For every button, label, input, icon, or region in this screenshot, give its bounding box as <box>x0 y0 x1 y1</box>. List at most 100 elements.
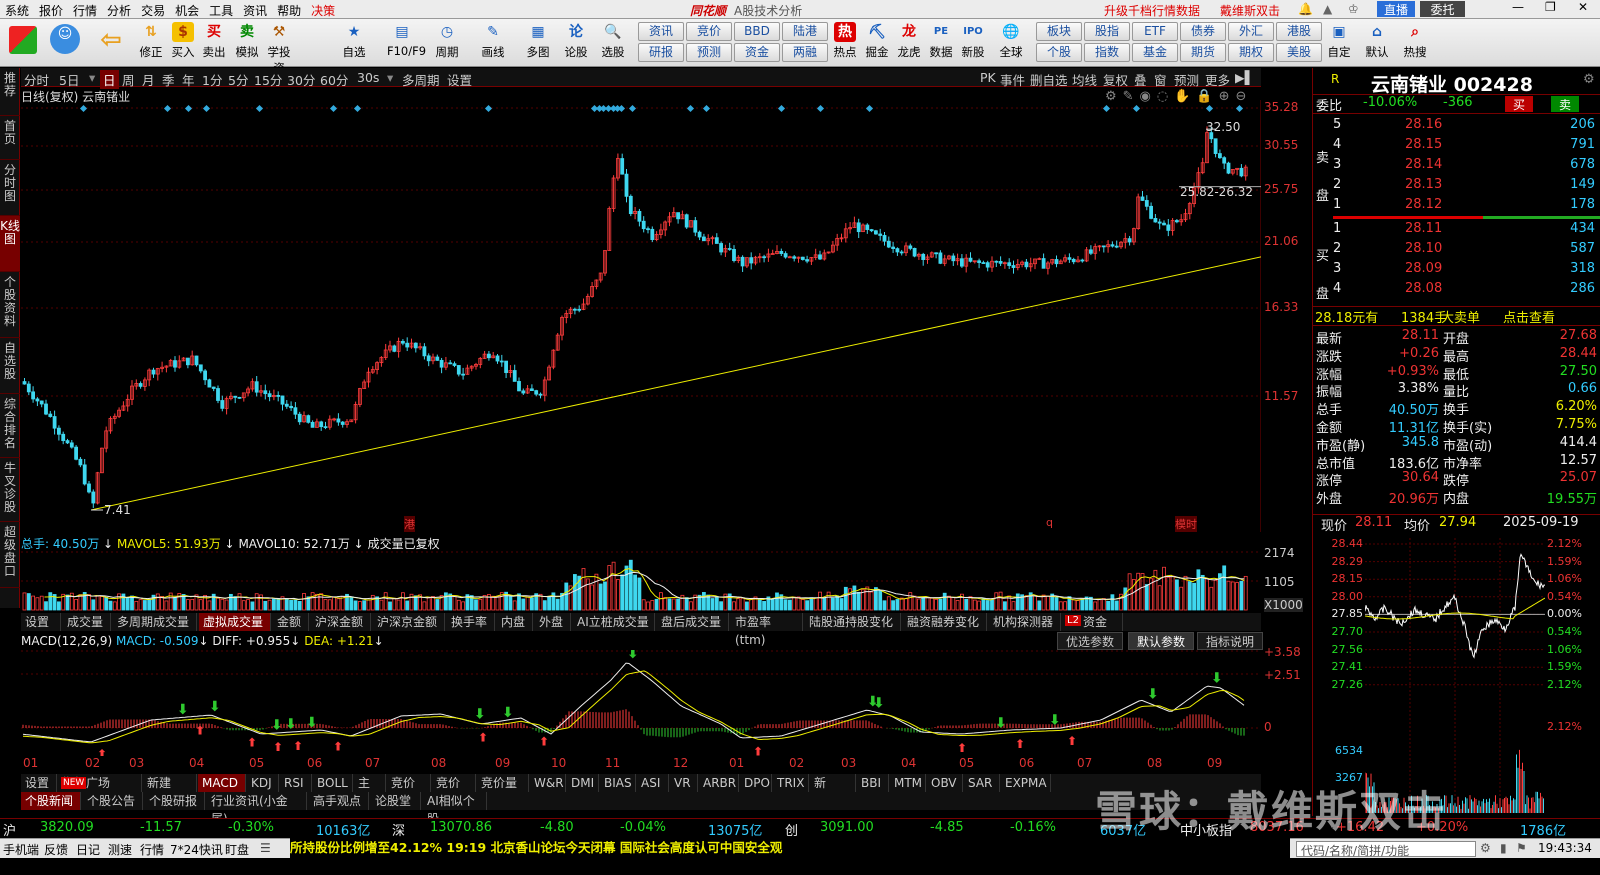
tab-indicator[interactable]: 竞价量 <box>387 774 431 808</box>
volume-chart[interactable] <box>21 550 1261 612</box>
nav-recommend[interactable]: 推荐 <box>0 68 20 116</box>
search-input[interactable]: 代码/名称/简拼/功能 <box>1296 841 1476 858</box>
event-diamond-icon[interactable] <box>617 104 626 113</box>
indicator-help-button[interactable]: 指标说明 <box>1197 632 1264 650</box>
expand-arrow-icon[interactable]: ▶▌ <box>1235 70 1254 85</box>
event-diamond-icon[interactable] <box>255 104 264 113</box>
multi-chart-icon[interactable]: ▦ 多图 <box>523 22 553 60</box>
fund-button[interactable]: 资金 <box>734 43 780 62</box>
tab-news[interactable]: AI相似个股 <box>423 792 487 826</box>
index-button[interactable]: 指数 <box>1084 43 1130 62</box>
ipo-icon[interactable]: IPO 新股 <box>958 22 988 60</box>
menu-item-market[interactable]: 行情 <box>68 0 102 18</box>
nav-diagnose[interactable]: 牛叉诊股 <box>0 458 20 522</box>
maximize-icon[interactable]: ❐ <box>1545 0 1556 14</box>
discuss-icon[interactable]: 论论股 <box>561 22 591 60</box>
event-diamond-icon[interactable] <box>484 104 493 113</box>
sell-signal-arrow-icon[interactable]: ⬇ <box>209 699 221 715</box>
tab-volume-indicator[interactable]: 成交量 <box>63 613 111 631</box>
ask-row[interactable]: 5 28.16 206 <box>1313 117 1600 135</box>
remove-watch-button[interactable]: 删自选 <box>1030 70 1068 89</box>
event-diamond-icon[interactable] <box>353 104 362 113</box>
index-futures-button[interactable]: 股指 <box>1084 22 1130 41</box>
hot-icon[interactable]: 热热点 <box>830 22 860 60</box>
doc-icon[interactable]: ▤ F10/F9 <box>387 22 426 58</box>
hot-search-icon[interactable]: ⌕ 热搜 <box>1400 22 1430 60</box>
event-diamond-icon[interactable] <box>202 104 211 113</box>
sell-signal-arrow-icon[interactable]: ⬇ <box>1211 671 1223 687</box>
period-week[interactable]: 周 <box>122 70 135 89</box>
tab-volume-indicator[interactable]: 内盘 <box>497 613 533 631</box>
tab-indicator[interactable]: TRIX <box>773 774 809 792</box>
pen-icon[interactable]: ✎ 画线 <box>478 22 508 60</box>
buy-signal-arrow-icon[interactable]: ⬆ <box>195 723 205 737</box>
shirt-icon[interactable]: ♔ <box>1348 2 1359 16</box>
event-diamond-icon[interactable] <box>1102 104 1111 113</box>
tab-volume-indicator[interactable]: 盘后成交量 <box>657 613 729 631</box>
tab-indicator[interactable]: ASI <box>637 774 669 792</box>
nav-home[interactable]: 首页 <box>0 116 20 160</box>
tab-volume-indicator[interactable]: 陆股通持股变化 <box>805 613 901 631</box>
dragon-icon[interactable]: 龙龙虎 <box>894 22 924 60</box>
bid-row[interactable]: 2 28.10 587 <box>1313 241 1600 259</box>
warning-icon[interactable]: ▲ <box>1323 2 1332 16</box>
sell-signal-arrow-icon[interactable]: ⬇ <box>474 706 486 722</box>
tab-volume-indicator[interactable]: 设置 <box>21 613 61 631</box>
fund2-button[interactable]: 基金 <box>1132 43 1178 62</box>
tab-indicator[interactable]: 新DMA <box>810 774 856 808</box>
adjust-button[interactable]: 复权 <box>1103 70 1128 89</box>
index-name[interactable]: 沪 <box>3 820 16 839</box>
live-button[interactable]: 直播 <box>1377 1 1415 17</box>
period-30min[interactable]: 30分 <box>287 70 315 89</box>
buy-signal-arrow-icon[interactable]: ⬆ <box>97 747 107 756</box>
sell-signal-arrow-icon[interactable]: ⬇ <box>1147 686 1159 702</box>
big-order-row[interactable]: 28.18元有 1384手 大卖单 点击查看 <box>1313 306 1600 326</box>
menu-item-news[interactable]: 资讯 <box>238 0 272 18</box>
menu-item-tools[interactable]: 工具 <box>204 0 238 18</box>
period-month[interactable]: 月 <box>142 70 155 89</box>
menu-item-quote[interactable]: 报价 <box>34 0 68 18</box>
nav-ranking[interactable]: 综合排名 <box>0 394 20 458</box>
news-ticker[interactable]: 所持股份比例增至42.12% 19:19 北京香山论坛今天闭幕 国际社会高度认可… <box>290 838 1290 858</box>
more-button[interactable]: 更多 <box>1205 70 1230 89</box>
robot-icon[interactable]: ☺ <box>50 22 80 56</box>
tab-indicator[interactable]: RSI <box>280 774 312 792</box>
entrust-button[interactable]: 委托 <box>1420 1 1465 17</box>
tab-indicator[interactable]: BIAS <box>600 774 636 792</box>
bond-button[interactable]: 债券 <box>1180 22 1226 41</box>
index-name[interactable]: 创 <box>785 820 798 839</box>
tab-news[interactable]: 个股新闻 <box>21 792 81 810</box>
period-year[interactable]: 年 <box>182 70 195 89</box>
news-button[interactable]: 资讯 <box>638 22 684 41</box>
margin-button[interactable]: 两融 <box>782 43 828 62</box>
pk-button[interactable]: PK <box>980 70 996 85</box>
buy-signal-arrow-icon[interactable]: ⬆ <box>333 739 343 753</box>
sell-signal-arrow-icon[interactable]: ⬇ <box>271 717 283 733</box>
period-60min[interactable]: 60分 <box>320 70 348 89</box>
report-button[interactable]: 研报 <box>638 43 684 62</box>
overlay-button[interactable]: 叠 <box>1134 70 1147 89</box>
period-5min[interactable]: 5分 <box>228 70 248 89</box>
event-diamond-icon[interactable] <box>329 104 338 113</box>
buy-signal-arrow-icon[interactable]: ⬆ <box>293 739 303 753</box>
event-diamond-icon[interactable] <box>865 104 874 113</box>
ask-row[interactable]: 3 28.14 678 <box>1313 157 1600 175</box>
feedback-link[interactable]: 反馈 <box>44 841 68 858</box>
speedtest-link[interactable]: 测速 <box>108 841 132 858</box>
nav-profile[interactable]: 个股资料 <box>0 272 20 338</box>
upgrade-link[interactable]: 升级千档行情数据 <box>1104 2 1200 19</box>
tab-indicator[interactable]: MTM <box>890 774 926 792</box>
menu-item-decision[interactable]: 决策 <box>306 0 340 18</box>
menu-icon[interactable]: ☰ <box>260 841 271 855</box>
hk-stock-button[interactable]: 港股 <box>1276 22 1322 41</box>
tab-volume-indicator[interactable]: 虚拟成交量 <box>199 613 271 631</box>
menu-item-help[interactable]: 帮助 <box>272 0 306 18</box>
sell-signal-arrow-icon[interactable]: ⬇ <box>285 716 297 732</box>
tab-indicator[interactable]: ARBR <box>699 774 739 792</box>
buy-signal-arrow-icon[interactable]: ⬆ <box>478 730 488 744</box>
sell-signal-arrow-icon[interactable]: ⬇ <box>1049 712 1061 728</box>
period-5day[interactable]: 5日 <box>59 70 79 89</box>
buy-signal-arrow-icon[interactable]: ⬆ <box>957 741 967 755</box>
tab-indicator[interactable]: W&R <box>530 774 566 792</box>
market-link[interactable]: 行情 <box>140 841 164 858</box>
